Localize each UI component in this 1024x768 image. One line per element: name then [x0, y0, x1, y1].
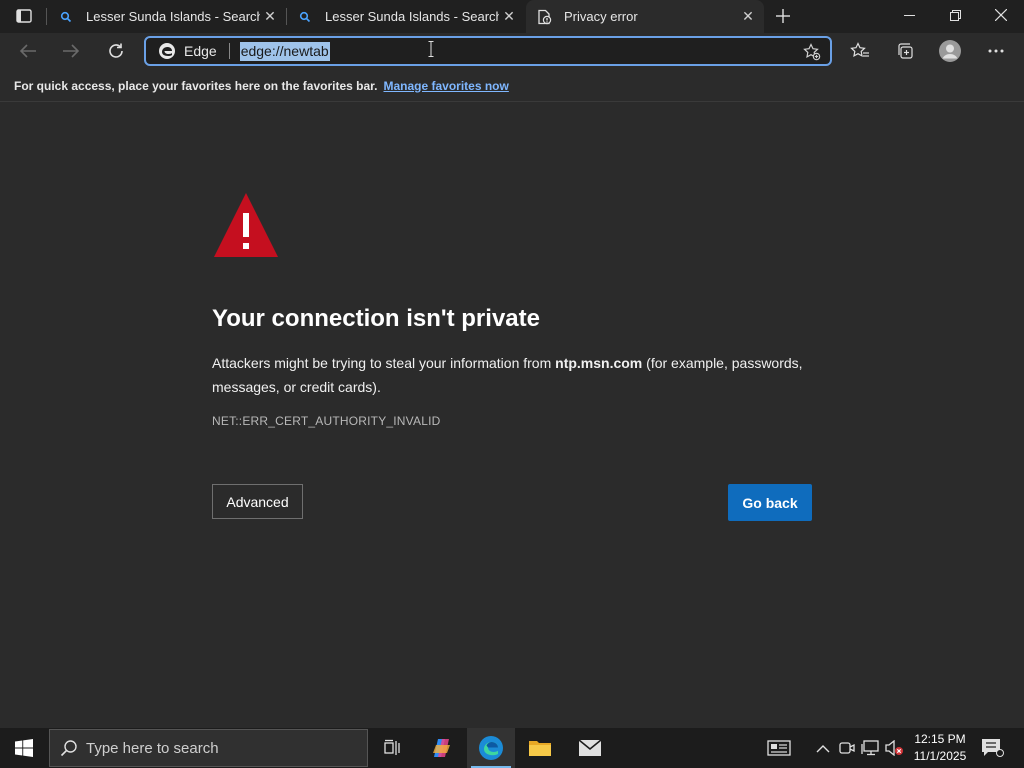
- manage-favorites-link[interactable]: Manage favorites now: [383, 79, 508, 93]
- address-bar[interactable]: Edge edge://newtab: [144, 36, 832, 66]
- settings-menu-button[interactable]: [981, 36, 1011, 66]
- favorites-button[interactable]: [845, 36, 875, 66]
- error-description: Attackers might be trying to steal your …: [212, 351, 812, 399]
- copilot-button[interactable]: [418, 728, 466, 768]
- tab-search-2[interactable]: Lesser Sunda Islands - Search ✕: [287, 0, 525, 33]
- mail-button[interactable]: [566, 728, 614, 768]
- error-title: Your connection isn't private: [212, 305, 540, 332]
- plus-icon: [776, 9, 790, 23]
- volume-muted-icon: [885, 740, 903, 756]
- clock-date: 11/1/2025: [913, 749, 967, 763]
- task-view-button[interactable]: [368, 728, 416, 768]
- edge-icon: [479, 736, 503, 760]
- tab-actions-button[interactable]: [10, 5, 38, 27]
- address-divider: [228, 43, 230, 59]
- network-icon: [861, 740, 879, 756]
- clock-time: 12:15 PM: [914, 732, 966, 746]
- minimize-button[interactable]: [886, 0, 932, 30]
- tab-title: Privacy error: [564, 9, 638, 24]
- avatar-icon: [939, 40, 961, 62]
- camera-icon: [839, 742, 855, 754]
- back-arrow-icon: [19, 44, 36, 58]
- mail-icon: [578, 739, 602, 756]
- meet-now-button[interactable]: [837, 738, 857, 758]
- volume-button[interactable]: [884, 738, 904, 758]
- tab-strip: Lesser Sunda Islands - Search ✕ Lesser S…: [0, 0, 1024, 33]
- forward-arrow-icon: [63, 44, 80, 58]
- news-widget-button[interactable]: [766, 738, 792, 758]
- system-clock[interactable]: 12:15 PM 11/1/2025: [908, 731, 972, 765]
- news-icon: [767, 740, 791, 756]
- text-cursor-icon: [428, 41, 434, 57]
- taskbar: Type here to search 12:15 PM 11/1/2025: [0, 728, 1024, 768]
- go-back-button[interactable]: Go back: [728, 484, 812, 521]
- url-text[interactable]: edge://newtab: [239, 41, 330, 61]
- tab-privacy-error[interactable]: Privacy error ✕: [526, 0, 764, 33]
- taskbar-search-box[interactable]: Type here to search: [49, 729, 368, 767]
- more-dots-icon: [988, 49, 1004, 53]
- refresh-icon: [109, 43, 123, 58]
- refresh-button[interactable]: [101, 36, 131, 66]
- tab-actions-icon: [16, 9, 32, 23]
- folder-icon: [529, 741, 551, 756]
- search-icon: [297, 9, 313, 25]
- search-icon: [60, 739, 78, 757]
- add-favorite-button[interactable]: [802, 43, 822, 61]
- back-button[interactable]: [13, 36, 43, 66]
- tab-close-icon[interactable]: ✕: [499, 7, 519, 27]
- notification-center-button[interactable]: [980, 737, 1004, 759]
- minimize-icon: [903, 14, 915, 16]
- profile-button[interactable]: [935, 36, 965, 66]
- tab-title: Lesser Sunda Islands - Search: [86, 9, 260, 24]
- error-code: NET::ERR_CERT_AUTHORITY_INVALID: [212, 414, 441, 428]
- error-host: ntp.msn.com: [555, 355, 643, 371]
- windows-logo-icon: [15, 739, 33, 757]
- collections-icon: [898, 43, 913, 59]
- search-placeholder: Type here to search: [86, 739, 219, 757]
- collections-button[interactable]: [890, 36, 920, 66]
- star-add-icon: [803, 43, 821, 61]
- error-description-text: Attackers might be trying to steal your …: [212, 355, 556, 371]
- tab-close-icon[interactable]: ✕: [260, 7, 280, 27]
- show-hidden-icons-button[interactable]: [813, 738, 833, 758]
- favorites-bar: For quick access, place your favorites h…: [0, 70, 1024, 102]
- notification-icon: [982, 739, 1004, 757]
- tab-close-icon[interactable]: ✕: [738, 7, 758, 27]
- error-page: Your connection isn't private Attackers …: [0, 103, 1024, 728]
- favorites-star-icon: [850, 42, 869, 58]
- tab-separator: [46, 8, 47, 25]
- edge-label: Edge: [184, 43, 217, 59]
- close-icon: [995, 9, 1007, 21]
- edge-taskbar-button[interactable]: [467, 728, 515, 768]
- advanced-button[interactable]: Advanced: [212, 484, 303, 519]
- browser-toolbar: Edge edge://newtab: [0, 33, 1024, 70]
- restore-button[interactable]: [932, 0, 978, 30]
- privacy-error-icon: [536, 9, 552, 25]
- edge-badge: Edge: [158, 42, 217, 60]
- warning-triangle-icon: [212, 191, 280, 261]
- chevron-up-icon: [816, 744, 830, 752]
- search-icon: [58, 9, 74, 25]
- close-window-button[interactable]: [978, 0, 1024, 30]
- copilot-icon: [433, 739, 450, 757]
- forward-button[interactable]: [56, 36, 86, 66]
- network-button[interactable]: [860, 738, 880, 758]
- new-tab-button[interactable]: [770, 4, 796, 28]
- file-explorer-button[interactable]: [516, 728, 564, 768]
- tab-title: Lesser Sunda Islands - Search: [325, 9, 499, 24]
- task-view-icon: [384, 739, 400, 755]
- start-button[interactable]: [0, 728, 48, 768]
- tab-search-1[interactable]: Lesser Sunda Islands - Search ✕: [48, 0, 286, 33]
- restore-icon: [949, 9, 961, 21]
- edge-logo-icon: [158, 42, 176, 60]
- favorites-bar-message: For quick access, place your favorites h…: [14, 78, 378, 93]
